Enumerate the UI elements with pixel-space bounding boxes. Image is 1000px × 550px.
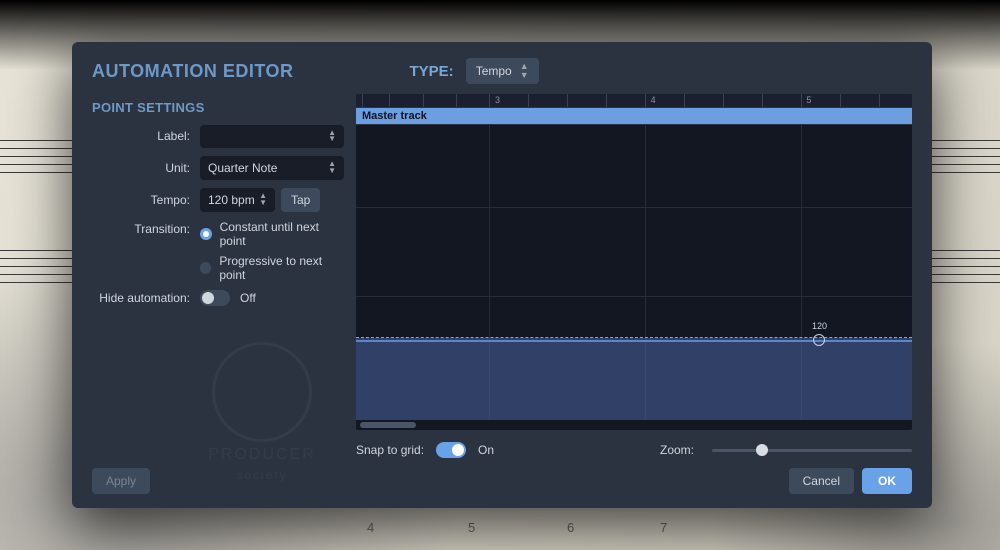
measure-number: 7 [660, 520, 667, 535]
automation-point-value: 120 [812, 321, 827, 331]
hide-automation-state: Off [240, 291, 256, 305]
unit-select[interactable]: Quarter Note ▲▼ [200, 156, 344, 180]
snap-to-grid-state: On [478, 443, 494, 457]
titlebar: AUTOMATION EDITOR TYPE: Tempo ▲▼ [72, 42, 932, 94]
horizontal-scrollbar[interactable] [360, 422, 416, 428]
transition-constant-option[interactable]: Constant until next point [200, 220, 344, 248]
cancel-button[interactable]: Cancel [789, 468, 854, 494]
snap-to-grid-toggle[interactable] [436, 442, 466, 458]
automation-fill [356, 338, 912, 420]
type-value: Tempo [476, 64, 512, 78]
chevron-updown-icon: ▲▼ [328, 161, 336, 174]
ruler[interactable]: 3 4 5 [356, 94, 912, 108]
automation-timeline[interactable]: 3 4 5 Master track [356, 94, 912, 430]
ok-button[interactable]: OK [862, 468, 912, 494]
watermark-logo: PRODUCER society [176, 342, 348, 458]
unit-field-label: Unit: [92, 161, 200, 175]
ruler-number: 4 [651, 95, 656, 105]
timeline-controls: Snap to grid: On Zoom: [356, 430, 912, 458]
chevron-updown-icon: ▲▼ [520, 62, 529, 80]
transition-field-label: Transition: [92, 220, 200, 236]
dialog-title: AUTOMATION EDITOR [92, 61, 294, 82]
type-select[interactable]: Tempo ▲▼ [466, 58, 539, 84]
label-field-label: Label: [92, 129, 200, 143]
zoom-slider[interactable] [712, 449, 912, 452]
dialog-footer: Apply Cancel OK [72, 458, 932, 508]
point-settings-heading: POINT SETTINGS [92, 100, 344, 115]
measure-number: 5 [468, 520, 475, 535]
automation-point[interactable] [813, 334, 825, 346]
type-label: TYPE: [410, 63, 454, 80]
automation-line[interactable] [356, 340, 912, 342]
zoom-slider-thumb[interactable] [756, 444, 768, 456]
chevron-updown-icon: ▲▼ [328, 130, 336, 143]
stepper-icon: ▲▼ [259, 193, 267, 206]
snap-to-grid-label: Snap to grid: [356, 443, 424, 457]
ruler-number: 3 [495, 95, 500, 105]
measure-number: 4 [367, 520, 374, 535]
apply-button[interactable]: Apply [92, 468, 150, 494]
hide-automation-label: Hide automation: [92, 291, 200, 305]
automation-editor-dialog: AUTOMATION EDITOR TYPE: Tempo ▲▼ POINT S… [72, 42, 932, 508]
hide-automation-toggle[interactable] [200, 290, 230, 306]
tempo-input[interactable]: 120 bpm ▲▼ [200, 188, 275, 212]
radio-icon [200, 262, 211, 274]
radio-icon [200, 228, 212, 240]
zoom-label: Zoom: [660, 443, 694, 457]
ruler-number: 5 [806, 95, 811, 105]
tap-button[interactable]: Tap [281, 188, 320, 212]
transition-progressive-option[interactable]: Progressive to next point [200, 254, 344, 282]
track-header[interactable]: Master track [356, 108, 912, 125]
tempo-field-label: Tempo: [92, 193, 200, 207]
label-select[interactable]: ▲▼ [200, 125, 344, 148]
automation-line-dashed [356, 337, 912, 338]
point-settings-panel: POINT SETTINGS Label: ▲▼ Unit: Quarter N… [92, 94, 344, 458]
measure-number: 6 [567, 520, 574, 535]
